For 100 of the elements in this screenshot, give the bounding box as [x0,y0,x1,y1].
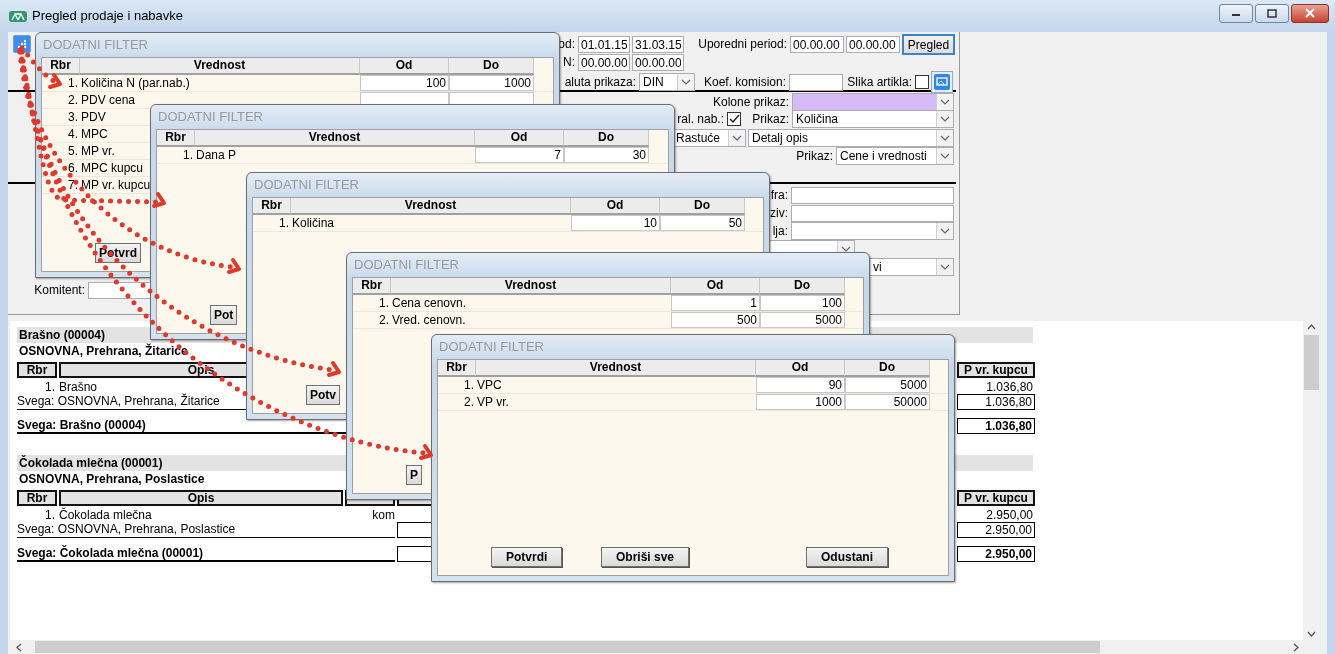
dialog-button[interactable]: Odustani [806,547,888,567]
dropdown[interactable]: Detalj opis [748,128,954,147]
scroll-up-icon [1307,324,1316,330]
filter-name: MP vr. kupcu [80,177,151,193]
dialog-button[interactable]: Potvrd [95,243,141,263]
field-label: lja: [771,223,789,239]
dialog-button[interactable]: Pot [210,305,238,325]
chevron-down-icon [940,264,950,270]
column-header: Do [449,58,534,75]
row-number: 1. [378,295,390,311]
column-header: Od [671,278,760,295]
checkbox[interactable] [727,112,741,126]
row-number: 2. [378,312,390,328]
row-number: 3. [67,109,79,125]
input-field[interactable]: 01.01.15 [578,36,630,53]
range-from-field[interactable]: 1 [671,295,760,311]
subtotal-label: Svega: OSNOVNA, Prehrana, Poslastice [17,522,395,538]
column-header: Rbr [438,360,476,377]
row-number: 7. [67,177,79,193]
total-value: 1.036,80 [957,418,1035,434]
field-label: N: [562,55,576,70]
item-number: 1. [44,380,56,394]
range-from-field[interactable]: 100 [360,75,449,91]
category-label: OSNOVNA, Prehrana, Žitarice [18,343,188,360]
field-label: ral. nab.: [676,111,725,127]
dropdown[interactable]: Cene i vrednosti [836,147,954,165]
item-unit: kom [371,508,395,522]
filter-name: MPC kupcu [80,160,144,176]
range-to-field[interactable]: 1000 [449,75,534,91]
range-from-field[interactable]: 90 [756,377,845,393]
filter-name: VPC [476,377,502,393]
range-from-field[interactable]: 7 [475,147,564,163]
checkmark-icon [728,114,740,124]
range-from-field[interactable]: 500 [671,312,760,328]
picture-icon [934,74,950,90]
filter-name: Količina [291,215,335,231]
dialog-title: DODATNI FILTER [42,36,148,54]
input-field[interactable] [789,73,843,91]
column-header: Vrednost [391,278,671,295]
field-label: Prikaz: [795,148,834,164]
maximize-button[interactable] [1255,3,1289,23]
column-header: Rbr [17,362,57,378]
dropdown[interactable]: DIN [639,73,695,91]
row-number: 1. [278,215,290,231]
input-field[interactable] [791,186,954,204]
dropdown[interactable]: vi [869,258,954,276]
range-from-field[interactable]: 1000 [756,394,845,410]
input-field[interactable]: 00.00.00 [790,36,844,53]
input-field[interactable]: 31.03.15 [632,36,684,53]
input-field[interactable]: 00.00.00 [846,36,900,53]
dialog-title: DODATNI FILTER [157,108,263,126]
range-from-field[interactable]: 10 [571,215,660,231]
dialog-button[interactable]: Potv [306,385,340,405]
close-button[interactable] [1291,3,1329,23]
dialog-title: DODATNI FILTER [353,256,459,274]
chevron-down-icon [732,134,742,141]
range-to-field[interactable]: 5000 [760,312,845,328]
input-field[interactable]: 00.00.00 [632,54,684,71]
checkbox[interactable] [915,75,929,89]
column-header: Rbr [42,58,80,75]
field-label: Prikaz: [751,111,790,127]
item-number: 1. [44,508,56,522]
chevron-down-icon [940,228,950,234]
field-label: Komitent: [33,282,86,298]
item-name: Brašno [59,380,99,394]
filter-name: VP vr. [476,394,509,410]
dropdown[interactable]: Rastuće [672,128,746,147]
range-to-field[interactable]: 50000 [845,394,930,410]
column-header: Do [564,130,649,147]
total-value: 2.950,00 [957,546,1035,562]
toolbar-button[interactable] [13,35,31,53]
scales-icon [9,9,27,23]
minimize-button[interactable] [1219,3,1253,23]
close-icon [1305,8,1315,18]
column-header: Rbr [157,130,195,147]
range-to-field[interactable]: 50 [660,215,745,231]
total-label: Svega: Čokolada mlečna (00001) [17,546,395,562]
field-label: Koef. komision: [702,74,787,90]
field-label: Uporedni period: [697,37,788,52]
dialog-button[interactable]: Obriši sve [601,547,690,567]
scrollbar-thumb[interactable] [1304,335,1319,390]
action-button[interactable]: Pregled [902,34,955,55]
row-number: 2. [463,394,475,410]
scrollbar-thumb[interactable] [35,641,1100,653]
column-header: Vrednost [291,198,571,215]
range-to-field[interactable]: 5000 [845,377,930,393]
column-header: P vr. kupcu [957,490,1035,506]
input-field[interactable]: 00.00.00 [578,54,630,71]
column-header: Od [360,58,449,75]
field-label: ziv: [769,205,789,221]
subtotal-value: 2.950,00 [957,522,1035,538]
range-to-field[interactable]: 30 [564,147,649,163]
input-field[interactable] [791,204,954,222]
scroll-left-icon [16,642,22,652]
range-to-field[interactable]: 100 [760,295,845,311]
field-label: Kolone prikaz: [711,94,790,110]
dialog-button[interactable]: P [406,465,422,485]
dropdown[interactable]: Količina [792,110,954,128]
dialog-button[interactable]: Potvrdi [491,547,563,567]
filter-name: Dana P [195,147,237,163]
